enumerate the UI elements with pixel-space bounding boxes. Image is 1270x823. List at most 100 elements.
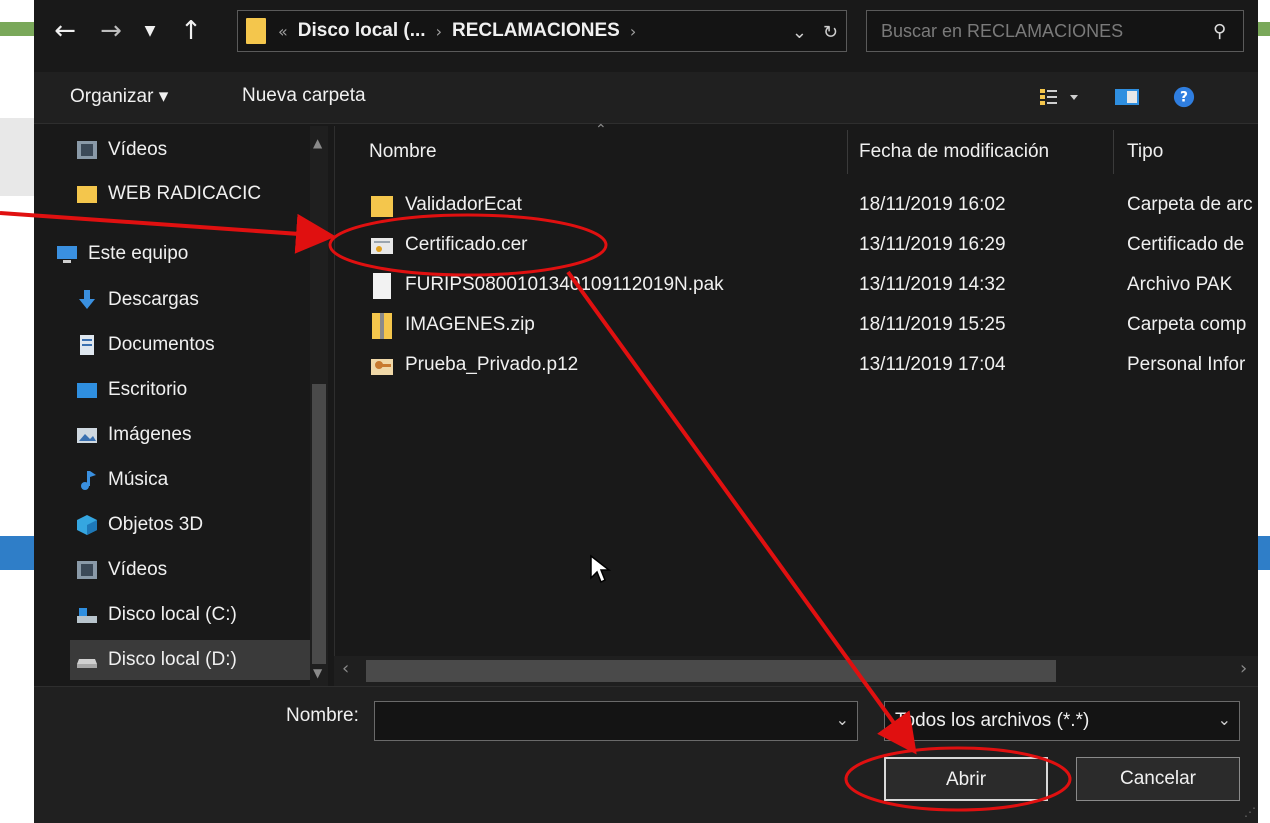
breadcrumb-overflow-icon: «: [278, 21, 288, 41]
search-icon[interactable]: ⚲: [1213, 21, 1243, 42]
3d-objects-icon: [77, 515, 97, 535]
file-name: FURIPS080010134010911​2019N.pak: [405, 274, 724, 295]
sidebar-item-videos-quick[interactable]: Vídeos: [76, 130, 167, 170]
drive-icon: [77, 608, 97, 623]
file-name: Prueba_Privado.p12: [405, 354, 579, 375]
back-arrow-icon[interactable]: ←: [48, 14, 82, 48]
breadcrumb-disco-local[interactable]: Disco local (...: [298, 20, 426, 42]
column-divider[interactable]: [847, 130, 848, 174]
scroll-left-arrow-icon[interactable]: ‹: [342, 658, 349, 679]
refresh-icon[interactable]: ↻: [823, 22, 838, 43]
file-date: 18/11/2019 15:25: [859, 314, 1006, 335]
desktop-icon: [77, 383, 97, 398]
sidebar-item-this-pc[interactable]: Este equipo: [56, 234, 188, 274]
navigation-pane: Vídeos WEB RADICACIC Este equipo Descarg…: [34, 126, 332, 686]
file-date: 13/11/2019 14:32: [859, 274, 1006, 295]
address-dropdown-chevron-icon[interactable]: ⌄: [792, 22, 807, 43]
horizontal-scrollbar-thumb[interactable]: [366, 660, 1056, 682]
sidebar-item-music[interactable]: Música: [76, 460, 168, 500]
pictures-icon: [77, 428, 97, 443]
sidebar-item-videos[interactable]: Vídeos: [76, 550, 167, 590]
file-type: Archivo PAK: [1127, 274, 1233, 295]
scroll-down-arrow-icon[interactable]: ▼: [313, 666, 322, 680]
open-button[interactable]: Abrir: [884, 757, 1048, 801]
sidebar-item-label: Disco local (D:): [108, 649, 237, 670]
file-row-certificado[interactable]: Certificado.cer 13/11/2019 16:29 Certifi…: [335, 224, 1259, 266]
help-icon[interactable]: ?: [1172, 86, 1196, 108]
file-type: Carpeta comp: [1127, 314, 1247, 335]
file-row[interactable]: Prueba_Privado.p12 13/11/2019 17:04 Pers…: [335, 344, 1259, 386]
breadcrumb-separator-icon: ›: [435, 21, 442, 41]
file-date: 13/11/2019 16:29: [859, 234, 1006, 255]
sidebar-item-label: Música: [108, 469, 169, 490]
column-header-date[interactable]: Fecha de modificación: [859, 126, 1049, 178]
column-divider[interactable]: [1113, 130, 1114, 174]
view-options-icon[interactable]: [1038, 86, 1082, 108]
column-header-name[interactable]: Nombre: [369, 126, 437, 178]
file-icon: [373, 273, 391, 299]
file-type: Certificado de: [1127, 234, 1245, 255]
zip-icon: [372, 313, 392, 339]
sidebar-item-3d-objects[interactable]: Objetos 3D: [76, 505, 203, 545]
file-name: IMAGENES.zip: [405, 314, 535, 335]
chevron-down-icon[interactable]: ⌄: [836, 710, 849, 729]
computer-icon: [57, 246, 77, 263]
sidebar-item-label: Vídeos: [108, 559, 168, 580]
sidebar-item-label: Este equipo: [88, 243, 189, 264]
chevron-down-icon[interactable]: ⌄: [1218, 710, 1231, 729]
up-arrow-icon[interactable]: ↑: [174, 14, 208, 48]
file-list-horizontal-scrollbar[interactable]: ‹ ›: [334, 656, 1258, 686]
sidebar-item-pictures[interactable]: Imágenes: [76, 415, 191, 455]
file-name: ValidadorEcat: [405, 194, 522, 215]
cancel-button[interactable]: Cancelar: [1076, 757, 1240, 801]
file-name-label: Nombre:: [286, 705, 359, 726]
p12-icon: [371, 359, 393, 375]
resize-grip-icon[interactable]: ⋰: [1244, 805, 1256, 819]
sidebar-scrollbar-thumb[interactable]: [312, 384, 326, 664]
new-folder-button[interactable]: Nueva carpeta: [242, 85, 366, 107]
forward-arrow-icon[interactable]: →: [94, 14, 128, 48]
file-row[interactable]: ValidadorEcat 18/11/2019 16:02 Carpeta d…: [335, 184, 1259, 226]
file-type-value: Todos los archivos (*.*): [895, 710, 1090, 731]
column-header-type[interactable]: Tipo: [1127, 126, 1163, 178]
file-date: 18/11/2019 16:02: [859, 194, 1006, 215]
background-blue-strip: [0, 536, 34, 570]
sidebar-item-label: Vídeos: [108, 139, 168, 160]
file-name-input[interactable]: ⌄: [374, 701, 858, 741]
file-list: ⌃ Nombre Fecha de modificación Tipo Vali…: [334, 122, 1259, 686]
navigation-bar: ← → ▼ ↑ « Disco local (... › RECLAMACION…: [34, 0, 1258, 68]
sidebar-item-label: Escritorio: [108, 379, 188, 400]
breadcrumb-reclamaciones[interactable]: RECLAMACIONES: [452, 20, 620, 42]
scroll-right-arrow-icon[interactable]: ›: [1240, 658, 1247, 679]
sidebar-item-drive-d[interactable]: Disco local (D:): [70, 640, 328, 680]
certificate-icon: [371, 238, 393, 254]
sidebar-item-label: Imágenes: [108, 424, 192, 445]
sidebar-item-drive-c[interactable]: Disco local (C:): [76, 595, 237, 635]
dialog-footer: Nombre: ⌄ Todos los archivos (*.*) ⌄ Abr…: [34, 686, 1258, 823]
sidebar-item-downloads[interactable]: Descargas: [76, 280, 199, 320]
recent-locations-chevron-icon[interactable]: ▼: [138, 14, 162, 48]
preview-pane-icon[interactable]: [1114, 86, 1140, 108]
sidebar-item-label: WEB RADICACIC: [108, 183, 262, 204]
sort-ascending-icon: ⌃: [595, 122, 607, 138]
sidebar-item-web-radicacion[interactable]: WEB RADICACIC: [76, 174, 261, 214]
folder-icon: [77, 186, 97, 203]
sidebar-item-label: Documentos: [108, 334, 215, 355]
folder-icon: [246, 18, 266, 44]
file-row[interactable]: IMAGENES.zip 18/11/2019 15:25 Carpeta co…: [335, 304, 1259, 346]
file-type-select[interactable]: Todos los archivos (*.*) ⌄: [884, 701, 1240, 741]
drive-icon: [77, 659, 97, 668]
file-date: 13/11/2019 17:04: [859, 354, 1006, 375]
scroll-up-arrow-icon[interactable]: ▲: [313, 136, 322, 150]
open-file-dialog: ← → ▼ ↑ « Disco local (... › RECLAMACION…: [34, 0, 1258, 823]
sidebar-item-documents[interactable]: Documentos: [76, 325, 215, 365]
organize-button[interactable]: Organizar ▾: [70, 85, 168, 108]
sidebar-item-desktop[interactable]: Escritorio: [76, 370, 187, 410]
file-name: Certificado.cer: [405, 234, 528, 255]
search-box[interactable]: Buscar en RECLAMACIONES ⚲: [866, 10, 1244, 52]
svg-text:?: ?: [1180, 90, 1188, 106]
breadcrumb-separator-icon: ›: [629, 21, 637, 41]
address-bar[interactable]: « Disco local (... › RECLAMACIONES › ⌄ ↻: [237, 10, 847, 52]
file-row[interactable]: FURIPS080010134010911​2019N.pak 13/11/20…: [335, 264, 1259, 306]
search-input[interactable]: Buscar en RECLAMACIONES: [881, 21, 1213, 42]
